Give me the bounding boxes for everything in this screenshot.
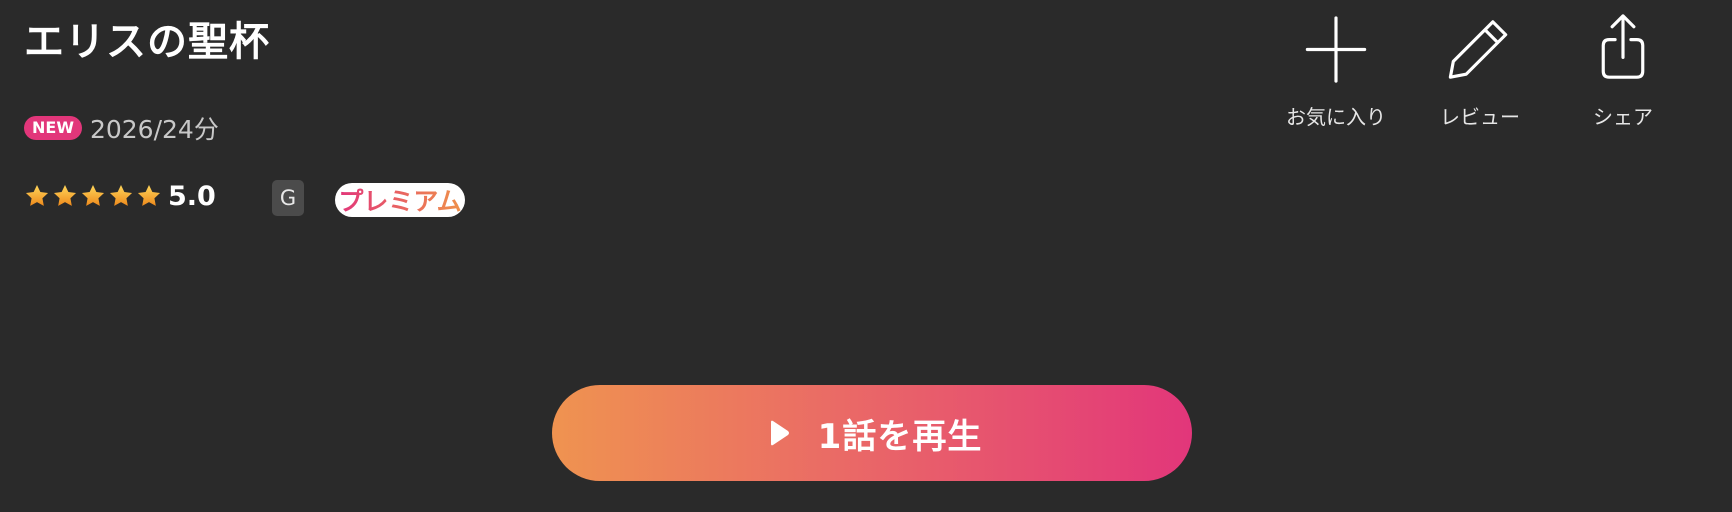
play-episode-button[interactable]: 1話を再生	[552, 385, 1192, 481]
star-icon	[53, 184, 77, 206]
share-label: シェア	[1593, 105, 1653, 129]
pencil-icon	[1448, 20, 1508, 79]
new-badge: NEW	[24, 116, 82, 140]
share-button[interactable]: シェア	[1558, 10, 1688, 130]
review-label: レビュー	[1440, 105, 1520, 129]
star-icon	[25, 184, 49, 206]
share-icon	[1601, 14, 1645, 79]
play-icon	[770, 420, 789, 446]
play-episode-label: 1話を再生	[817, 416, 983, 457]
premium-badge-label: プレミアム	[338, 182, 461, 218]
favorite-label: お気に入り	[1286, 105, 1386, 129]
meta-row: NEW 2026/24分	[24, 110, 219, 146]
premium-badge: プレミアム	[335, 183, 465, 217]
rating-value: 5.0	[168, 180, 216, 212]
review-button[interactable]: レビュー	[1415, 10, 1545, 130]
page-title: エリスの聖杯	[24, 19, 270, 65]
favorite-button[interactable]: お気に入り	[1271, 10, 1401, 130]
plus-icon	[1305, 16, 1367, 83]
star-icon	[137, 184, 161, 206]
star-rating	[24, 183, 162, 209]
star-icon	[109, 184, 133, 206]
star-icon	[81, 184, 105, 206]
age-rating-badge: G	[272, 180, 304, 216]
rating: 5.0	[24, 175, 216, 217]
release-info: 2026/24分	[89, 115, 219, 144]
